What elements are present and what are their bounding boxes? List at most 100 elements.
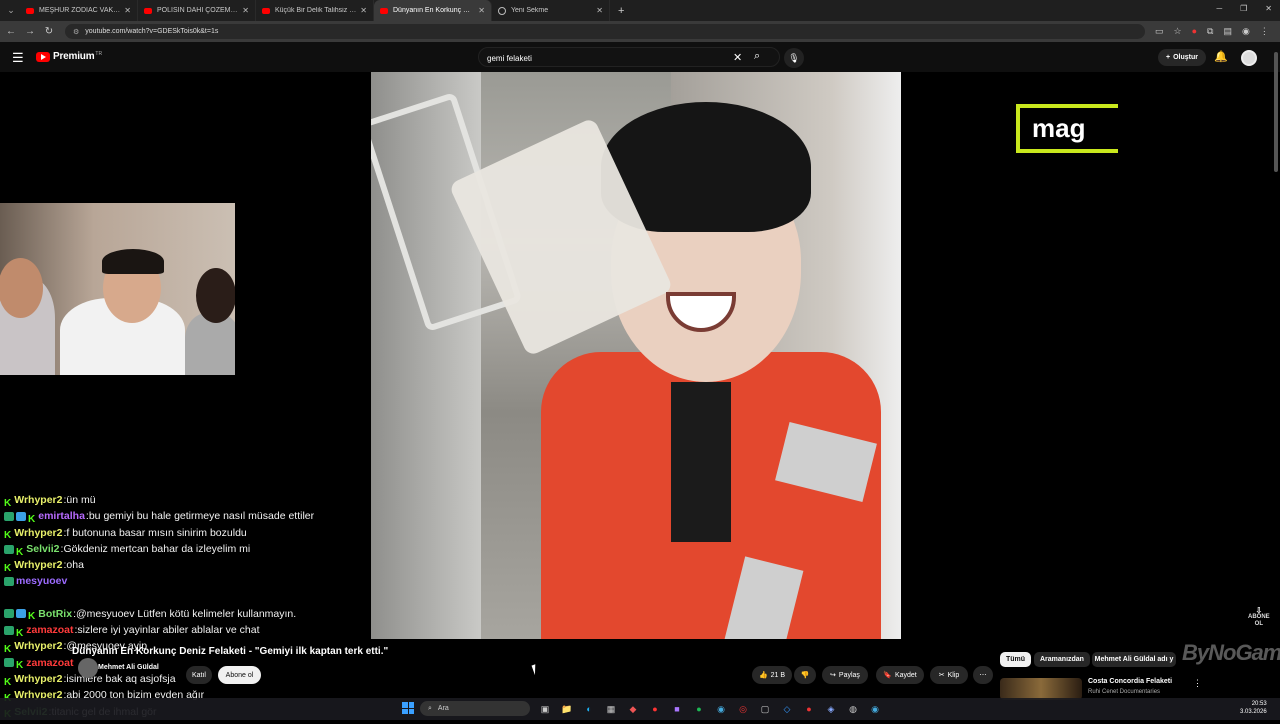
recommendation-channel[interactable]: Ruhi Cenet Documentaries [1088,689,1160,695]
chrome-alt-icon[interactable]: ◉ [867,701,883,717]
recommendation-thumbnail[interactable] [1000,678,1082,700]
create-label: Oluştur [1173,54,1198,61]
close-tab-icon[interactable]: ✕ [478,6,485,15]
cast-icon[interactable]: ▭ [1155,26,1164,37]
notifications-bell-icon[interactable]: 🔔 [1214,50,1228,63]
chat-badge-icon [16,511,26,521]
save-button[interactable]: 🔖 Kaydet [876,666,924,684]
windows-start-icon[interactable] [402,702,414,714]
browser-menu-icon[interactable]: ⋮ [1260,26,1269,37]
filter-chip[interactable]: Tümü [1000,652,1032,667]
filter-chip[interactable]: Aramanızdan [1034,652,1090,667]
share-button[interactable]: ↪ Paylaş [822,666,868,684]
chat-username[interactable]: emirtalha [38,508,85,524]
url-field[interactable]: ⚙ youtube.com/watch?v=GDESkTois0k&t=1s [65,24,1145,39]
reload-icon[interactable]: ↻ [41,26,57,37]
page-scrollbar[interactable] [1274,52,1278,172]
sidebar-icon[interactable]: ▤ [1223,26,1232,37]
chat-username[interactable]: mesyuoev [16,573,67,589]
watermark-text: ByNoGame [1182,640,1280,665]
join-button[interactable]: Katıl [186,666,212,684]
chrome-icon[interactable]: ◉ [713,701,729,717]
browser-tab[interactable]: Dünyanın En Korkunç Deniz ✕ [374,0,492,21]
search-icon[interactable]: ⌕ [754,50,760,63]
account-avatar[interactable] [1241,50,1257,66]
site-info-icon[interactable]: ⚙ [73,28,79,36]
chat-message: Kzamazoat [4,655,364,671]
recommendation-title[interactable]: Costa Concordia Felaketi [1088,678,1172,685]
forward-icon[interactable]: → [22,26,38,37]
edge-icon[interactable]: ◐ [581,701,597,717]
app-icon-4[interactable]: ◎ [735,701,751,717]
back-icon[interactable]: ← [3,26,19,37]
new-tab-button[interactable]: + [618,5,624,17]
chat-badge-icon: K [16,546,24,558]
more-actions-button[interactable]: ⋯ [973,666,993,684]
hamburger-menu-icon[interactable]: ☰ [12,50,24,66]
taskbar-clock[interactable]: 20:53 3.03.2026 [1240,700,1267,716]
browser-tab[interactable]: POLİSİN DAHİ ÇÖZEMEDİĞİ GİZ ✕ [138,0,256,21]
close-tab-icon[interactable]: ✕ [124,6,131,15]
channel-name[interactable]: Mehmet Ali Güldal [98,664,159,671]
profile-icon[interactable]: ◉ [1242,26,1250,37]
recommendation-menu-icon[interactable]: ⋮ [1193,678,1202,689]
chat-message: K Wrhyper2: ün mü [4,492,364,509]
subscribe-button[interactable]: Abone ol [218,666,261,684]
video-player[interactable] [371,72,901,639]
tab-search-icon[interactable]: ⌄ [2,2,20,20]
chat-username[interactable]: Wrhyper2 [14,671,62,687]
share-icon: ↪ [830,672,836,679]
task-view-icon[interactable]: ▣ [537,701,553,717]
chat-username[interactable]: Wrhyper2 [14,525,62,541]
extension-icon[interactable]: ● [1192,26,1197,37]
chat-username[interactable]: Wrhyper2 [14,638,62,654]
chat-username[interactable]: Selvii2 [26,541,59,557]
minimize-icon[interactable]: ─ [1216,4,1222,13]
bookmark-star-icon[interactable]: ☆ [1174,26,1182,37]
restore-icon[interactable]: ❐ [1240,4,1247,13]
chat-username[interactable]: zamazoat [26,655,73,671]
microphone-icon[interactable]: 🎙 [784,48,804,68]
clear-search-icon[interactable]: ✕ [733,51,742,64]
close-window-icon[interactable]: ✕ [1265,4,1272,13]
chat-username[interactable]: Wrhyper2 [14,557,62,573]
store-icon[interactable]: ▦ [603,701,619,717]
save-icon: 🔖 [883,672,892,679]
tab-title: Yeni Sekme [511,7,549,14]
youtube-icon [262,7,270,14]
app-icon-5[interactable]: ▢ [757,701,773,717]
app-icon-8[interactable]: ◍ [845,701,861,717]
close-tab-icon[interactable]: ✕ [360,6,367,15]
filter-chip[interactable]: Mehmet Ali Güldal adı y [1092,652,1176,667]
app-icon-6[interactable]: ◇ [779,701,795,717]
steam-icon[interactable]: ◈ [823,701,839,717]
file-explorer-icon[interactable]: 📁 [559,701,575,717]
taskbar-search[interactable]: ⌕ Ara [420,701,530,716]
close-tab-icon[interactable]: ✕ [242,6,249,15]
browser-tab[interactable]: Küçük Bir Delik Talihsiz Dalgıçla ✕ [256,0,374,21]
chat-message: K Wrhyper2: oha [4,557,364,574]
chat-message: Kzamazoat: sizlere iyi yayinlar abiler a… [4,622,364,639]
app-icon-2[interactable]: ● [647,701,663,717]
puzzle-icon[interactable]: ⧉ [1207,26,1213,37]
spotify-icon[interactable]: ● [691,701,707,717]
app-icon-3[interactable]: ■ [669,701,685,717]
app-icon-7[interactable]: ● [801,701,817,717]
chat-text: oha [66,559,84,572]
dislike-button[interactable]: 👎 [794,666,816,684]
like-button[interactable]: 👍 21 B [752,666,792,684]
youtube-logo[interactable]: Premium TR [36,51,102,62]
create-button[interactable]: + Oluştur [1158,49,1206,66]
clip-button[interactable]: ✂ Klip [930,666,968,684]
chat-username[interactable]: BotRix [38,606,72,622]
browser-tab[interactable]: Yeni Sekme ✕ [492,0,610,21]
search-input[interactable] [479,49,719,68]
video-title: Dünyanın En Korkunç Deniz Felaketi - "Ge… [72,646,389,657]
app-icon-1[interactable]: ◆ [625,701,641,717]
chat-username[interactable]: Wrhyper2 [14,492,62,508]
close-tab-icon[interactable]: ✕ [596,6,603,15]
browser-tab[interactable]: MEŞHUR ZODIAC VAKASI / DE ✕ [20,0,138,21]
chat-username[interactable]: zamazoat [26,622,73,638]
abone-badge-icon: ⇩ [1255,606,1263,615]
channel-avatar[interactable] [78,658,98,678]
